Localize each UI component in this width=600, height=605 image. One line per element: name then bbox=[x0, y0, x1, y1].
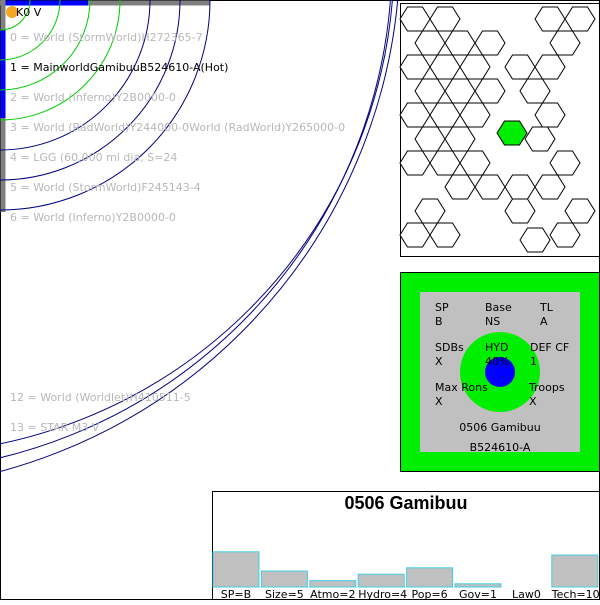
bar-gov-1 bbox=[454, 583, 502, 588]
troops-label: Troops bbox=[529, 381, 565, 394]
orbit-label-13[interactable]: 13 = STAR M3 V bbox=[10, 421, 99, 434]
bar-label: Gov=1 bbox=[459, 588, 497, 601]
bar-tech-10 bbox=[551, 554, 599, 588]
starport-label: SP bbox=[435, 301, 449, 314]
bar-label: Hydro=4 bbox=[358, 588, 408, 601]
defense-value: 1 bbox=[530, 355, 537, 368]
bar-label: Pop=6 bbox=[411, 588, 448, 601]
orbit-label-1[interactable]: 1 = MainworldGamibuuB524610-A(Hot) bbox=[10, 61, 228, 74]
bar-pop-6 bbox=[406, 567, 454, 588]
starport-value: B bbox=[435, 315, 443, 328]
orbit-label-2[interactable]: 2 = World (Inferno)Y2B0000-0 bbox=[10, 91, 176, 104]
hex-name: 0506 Gamibuu bbox=[459, 421, 541, 434]
bar-size-5 bbox=[260, 570, 308, 588]
uwp-code: B524610-A bbox=[469, 441, 531, 454]
defense-label: DEF CF bbox=[530, 341, 570, 354]
chart-title: 0506 Gamibuu bbox=[344, 493, 468, 513]
bar-label: Law0 bbox=[511, 588, 541, 601]
bar-hydro-4 bbox=[357, 573, 405, 588]
base-value: NS bbox=[485, 315, 501, 328]
hydro-label: HYD bbox=[485, 341, 509, 354]
orbit-label-6[interactable]: 6 = World (Inferno)Y2B0000-0 bbox=[10, 211, 176, 224]
orbit-label-5[interactable]: 5 = World (StormWorld)F245143-4 bbox=[10, 181, 201, 194]
bar-label: Atmo=2 bbox=[310, 588, 356, 601]
bar-label: SP=B bbox=[220, 588, 252, 601]
tech-level-label: TL bbox=[540, 301, 553, 314]
sdbs-label: SDBs bbox=[435, 341, 464, 354]
orbit-label-3[interactable]: 3 = World (RadWorld)Y244000-0World (RadW… bbox=[10, 121, 345, 134]
hydro-value: 40% bbox=[485, 355, 510, 368]
system-map-view: K0 V 0 = World (StormWorld)H272365-7 1 =… bbox=[0, 0, 600, 601]
bar-label: Size=5 bbox=[264, 588, 304, 601]
max-rons-value: X bbox=[435, 395, 443, 408]
bar-sp-b bbox=[212, 551, 260, 588]
tech-level-value: A bbox=[540, 315, 548, 328]
max-rons-label: Max Rons bbox=[435, 381, 488, 394]
bar-label: Tech=10 bbox=[551, 588, 600, 601]
base-label: Base bbox=[485, 301, 512, 314]
orbit-label-0[interactable]: 0 = World (StormWorld)H272365-7 bbox=[10, 31, 203, 44]
star-label: K0 V bbox=[16, 6, 42, 19]
orbit-label-4[interactable]: 4 = LGG (60,000 mi dia, S=24 bbox=[10, 151, 177, 164]
bar-atmo-2 bbox=[309, 580, 357, 588]
orbit-label-12[interactable]: 12 = World (Worldlet)H410511-5 bbox=[10, 391, 191, 404]
sdbs-value: X bbox=[435, 355, 443, 368]
troops-value: X bbox=[529, 395, 537, 408]
